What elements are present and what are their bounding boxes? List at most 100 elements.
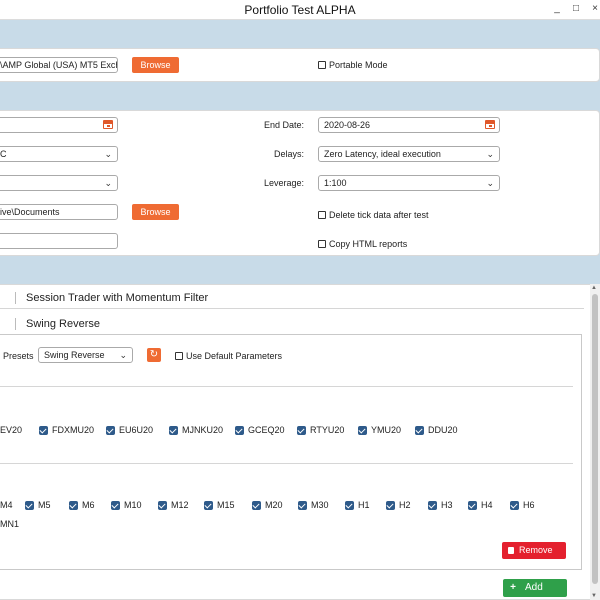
chevron-down-icon: ⌄ (486, 178, 494, 188)
plus-icon: + (510, 582, 516, 593)
model-select[interactable]: C ⌄ (0, 146, 118, 162)
timeframe-checkbox[interactable]: M4 (0, 500, 13, 510)
timeframe-label: H1 (358, 500, 370, 510)
portable-mode-box[interactable] (318, 61, 326, 69)
scroll-down-icon[interactable]: ▼ (591, 593, 597, 599)
end-date-field[interactable]: 2020-08-26 (318, 117, 500, 133)
trash-icon (508, 547, 514, 554)
portable-mode-checkbox[interactable]: Portable Mode (318, 60, 388, 70)
symbol-label: GCEQ20 (248, 425, 285, 435)
extra-field[interactable] (0, 233, 118, 249)
use-default-checkbox[interactable]: Use Default Parameters (175, 351, 282, 361)
timeframe-label: H2 (399, 500, 411, 510)
delete-tick-checkbox[interactable]: Delete tick data after test (318, 210, 429, 220)
use-default-box[interactable] (175, 352, 183, 360)
end-date-label: End Date: (263, 120, 304, 130)
calendar-icon[interactable] (485, 120, 495, 129)
timeframe-label: M30 (311, 500, 329, 510)
check-icon[interactable] (111, 500, 120, 510)
delays-value: Zero Latency, ideal execution (324, 149, 441, 159)
check-icon[interactable] (252, 500, 261, 510)
scrollbar-thumb[interactable] (592, 294, 598, 584)
add-button[interactable]: + Add (503, 579, 567, 597)
calendar-icon[interactable] (103, 120, 113, 129)
check-icon[interactable] (386, 500, 395, 510)
timeframe-checkbox[interactable]: M5 (25, 500, 51, 510)
timeframe-checkbox[interactable]: M6 (69, 500, 95, 510)
timeframe-label: M4 (0, 500, 13, 510)
divider (0, 463, 573, 464)
timeframe-checkbox[interactable]: M10 (111, 500, 142, 510)
delete-tick-box[interactable] (318, 211, 326, 219)
check-icon[interactable] (204, 500, 213, 510)
symbol-checkbox[interactable]: EU6U20 (106, 425, 153, 435)
vertical-scrollbar[interactable]: ▲ ▼ (590, 284, 600, 600)
symbol-checkbox[interactable]: EV20 (0, 425, 22, 435)
terminal-path-field[interactable]: \AMP Global (USA) MT5 Exchang (0, 57, 118, 73)
strategy-parameters-box (0, 334, 582, 570)
check-icon[interactable] (345, 500, 354, 510)
symbol-checkbox[interactable]: RTYU20 (297, 425, 344, 435)
chevron-down-icon: ⌄ (119, 350, 127, 360)
symbol-checkbox[interactable]: MJNKU20 (169, 425, 223, 435)
timeframe-checkbox[interactable]: H2 (386, 500, 411, 510)
window-title: Portfolio Test ALPHA (244, 3, 356, 17)
check-icon[interactable] (415, 425, 424, 435)
timeframe-label: M12 (171, 500, 189, 510)
refresh-icon[interactable]: ↻ (147, 348, 161, 362)
timeframe-checkbox[interactable]: M15 (204, 500, 235, 510)
timeframe-label: M6 (82, 500, 95, 510)
check-icon[interactable] (169, 425, 178, 435)
scroll-up-icon[interactable]: ▲ (591, 285, 597, 291)
leverage-select[interactable]: 1:100 ⌄ (318, 175, 500, 191)
copy-html-box[interactable] (318, 240, 326, 248)
timeframe-checkbox[interactable]: H4 (468, 500, 493, 510)
check-icon[interactable] (428, 500, 437, 510)
delays-select[interactable]: Zero Latency, ideal execution ⌄ (318, 146, 500, 162)
symbol-checkbox[interactable]: GCEQ20 (235, 425, 285, 435)
check-icon[interactable] (235, 425, 244, 435)
divider (0, 386, 573, 387)
check-icon[interactable] (468, 500, 477, 510)
timeframe-checkbox[interactable]: M12 (158, 500, 189, 510)
timeframe-checkbox[interactable]: MN1 (0, 519, 19, 529)
timeframe-checkbox[interactable]: M20 (252, 500, 283, 510)
symbol-checkbox[interactable]: YMU20 (358, 425, 401, 435)
symbol-checkbox[interactable]: DDU20 (415, 425, 458, 435)
timeframe-checkbox[interactable]: H1 (345, 500, 370, 510)
check-icon[interactable] (358, 425, 367, 435)
timeframe-label: M20 (265, 500, 283, 510)
timeframe-checkbox[interactable]: H6 (510, 500, 535, 510)
check-icon[interactable] (39, 425, 48, 435)
timeframe-checkbox[interactable]: M30 (298, 500, 329, 510)
start-date-field[interactable] (0, 117, 118, 133)
strategy-item[interactable]: Session Trader with Momentum Filter (26, 292, 208, 304)
copy-html-checkbox[interactable]: Copy HTML reports (318, 239, 407, 249)
symbol-checkbox[interactable]: FDXMU20 (39, 425, 94, 435)
minimize-button[interactable]: _ (548, 1, 566, 17)
report-browse-button[interactable]: Browse (132, 204, 179, 220)
check-icon[interactable] (69, 500, 78, 510)
presets-select[interactable]: Swing Reverse ⌄ (38, 347, 133, 363)
timeframe-checkbox[interactable]: H3 (428, 500, 453, 510)
close-button[interactable]: × (586, 1, 600, 17)
maximize-button[interactable]: □ (567, 1, 585, 17)
report-path-field[interactable]: ive\Documents (0, 204, 118, 220)
check-icon[interactable] (297, 425, 306, 435)
presets-value: Swing Reverse (44, 350, 105, 360)
symbol-label: RTYU20 (310, 425, 345, 435)
check-icon[interactable] (510, 500, 519, 510)
divider (0, 308, 584, 309)
check-icon[interactable] (158, 500, 167, 510)
deposit-select[interactable]: ⌄ (0, 175, 118, 191)
symbol-label: YMU20 (371, 425, 402, 435)
check-icon[interactable] (106, 425, 115, 435)
check-icon[interactable] (298, 500, 307, 510)
check-icon[interactable] (25, 500, 34, 510)
remove-button[interactable]: Remove (502, 542, 566, 559)
leverage-value: 1:100 (324, 178, 347, 188)
terminal-browse-button[interactable]: Browse (132, 57, 179, 73)
timeframe-label: MN1 (0, 519, 20, 529)
strategy-item[interactable]: Swing Reverse (26, 318, 100, 330)
end-date-value: 2020-08-26 (324, 120, 371, 130)
